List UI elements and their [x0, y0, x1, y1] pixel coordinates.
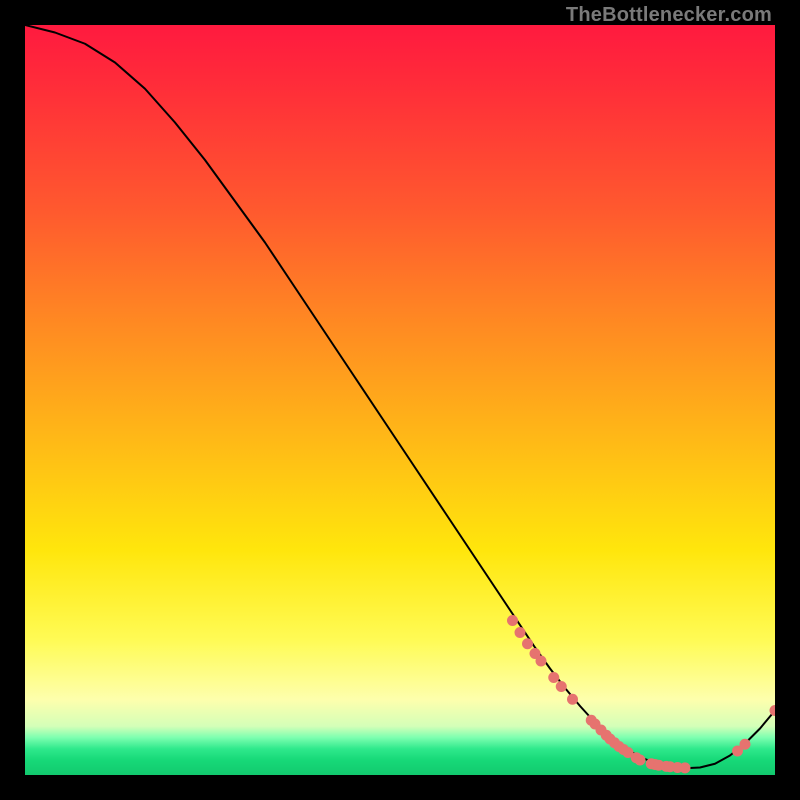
data-point — [507, 615, 518, 626]
data-point — [740, 739, 751, 750]
data-point — [522, 638, 533, 649]
data-point — [665, 761, 676, 772]
data-point — [586, 715, 597, 726]
marker-group — [507, 615, 775, 773]
curve-group — [25, 25, 775, 768]
data-point — [609, 737, 620, 748]
data-point — [650, 759, 661, 770]
data-point — [590, 719, 601, 730]
data-point — [631, 752, 642, 763]
data-point — [646, 758, 657, 769]
data-point — [530, 648, 541, 659]
bottleneck-curve — [25, 25, 775, 768]
data-point — [548, 672, 559, 683]
data-point — [596, 725, 607, 736]
data-point — [536, 656, 547, 667]
data-point — [601, 730, 612, 741]
chart-stage: TheBottlenecker.com — [0, 0, 800, 800]
chart-overlay-svg — [25, 25, 775, 775]
data-point — [661, 761, 672, 772]
plot-area — [25, 25, 775, 775]
data-point — [680, 762, 691, 773]
data-point — [614, 741, 625, 752]
data-point — [623, 747, 634, 758]
data-point — [515, 627, 526, 638]
data-point — [635, 755, 646, 766]
data-point — [567, 694, 578, 705]
data-point — [770, 705, 776, 716]
data-point — [618, 744, 629, 755]
data-point — [672, 762, 683, 773]
data-point — [732, 746, 743, 757]
data-point — [556, 681, 567, 692]
data-point — [605, 734, 616, 745]
data-point — [653, 760, 664, 771]
watermark-text: TheBottlenecker.com — [566, 4, 772, 27]
